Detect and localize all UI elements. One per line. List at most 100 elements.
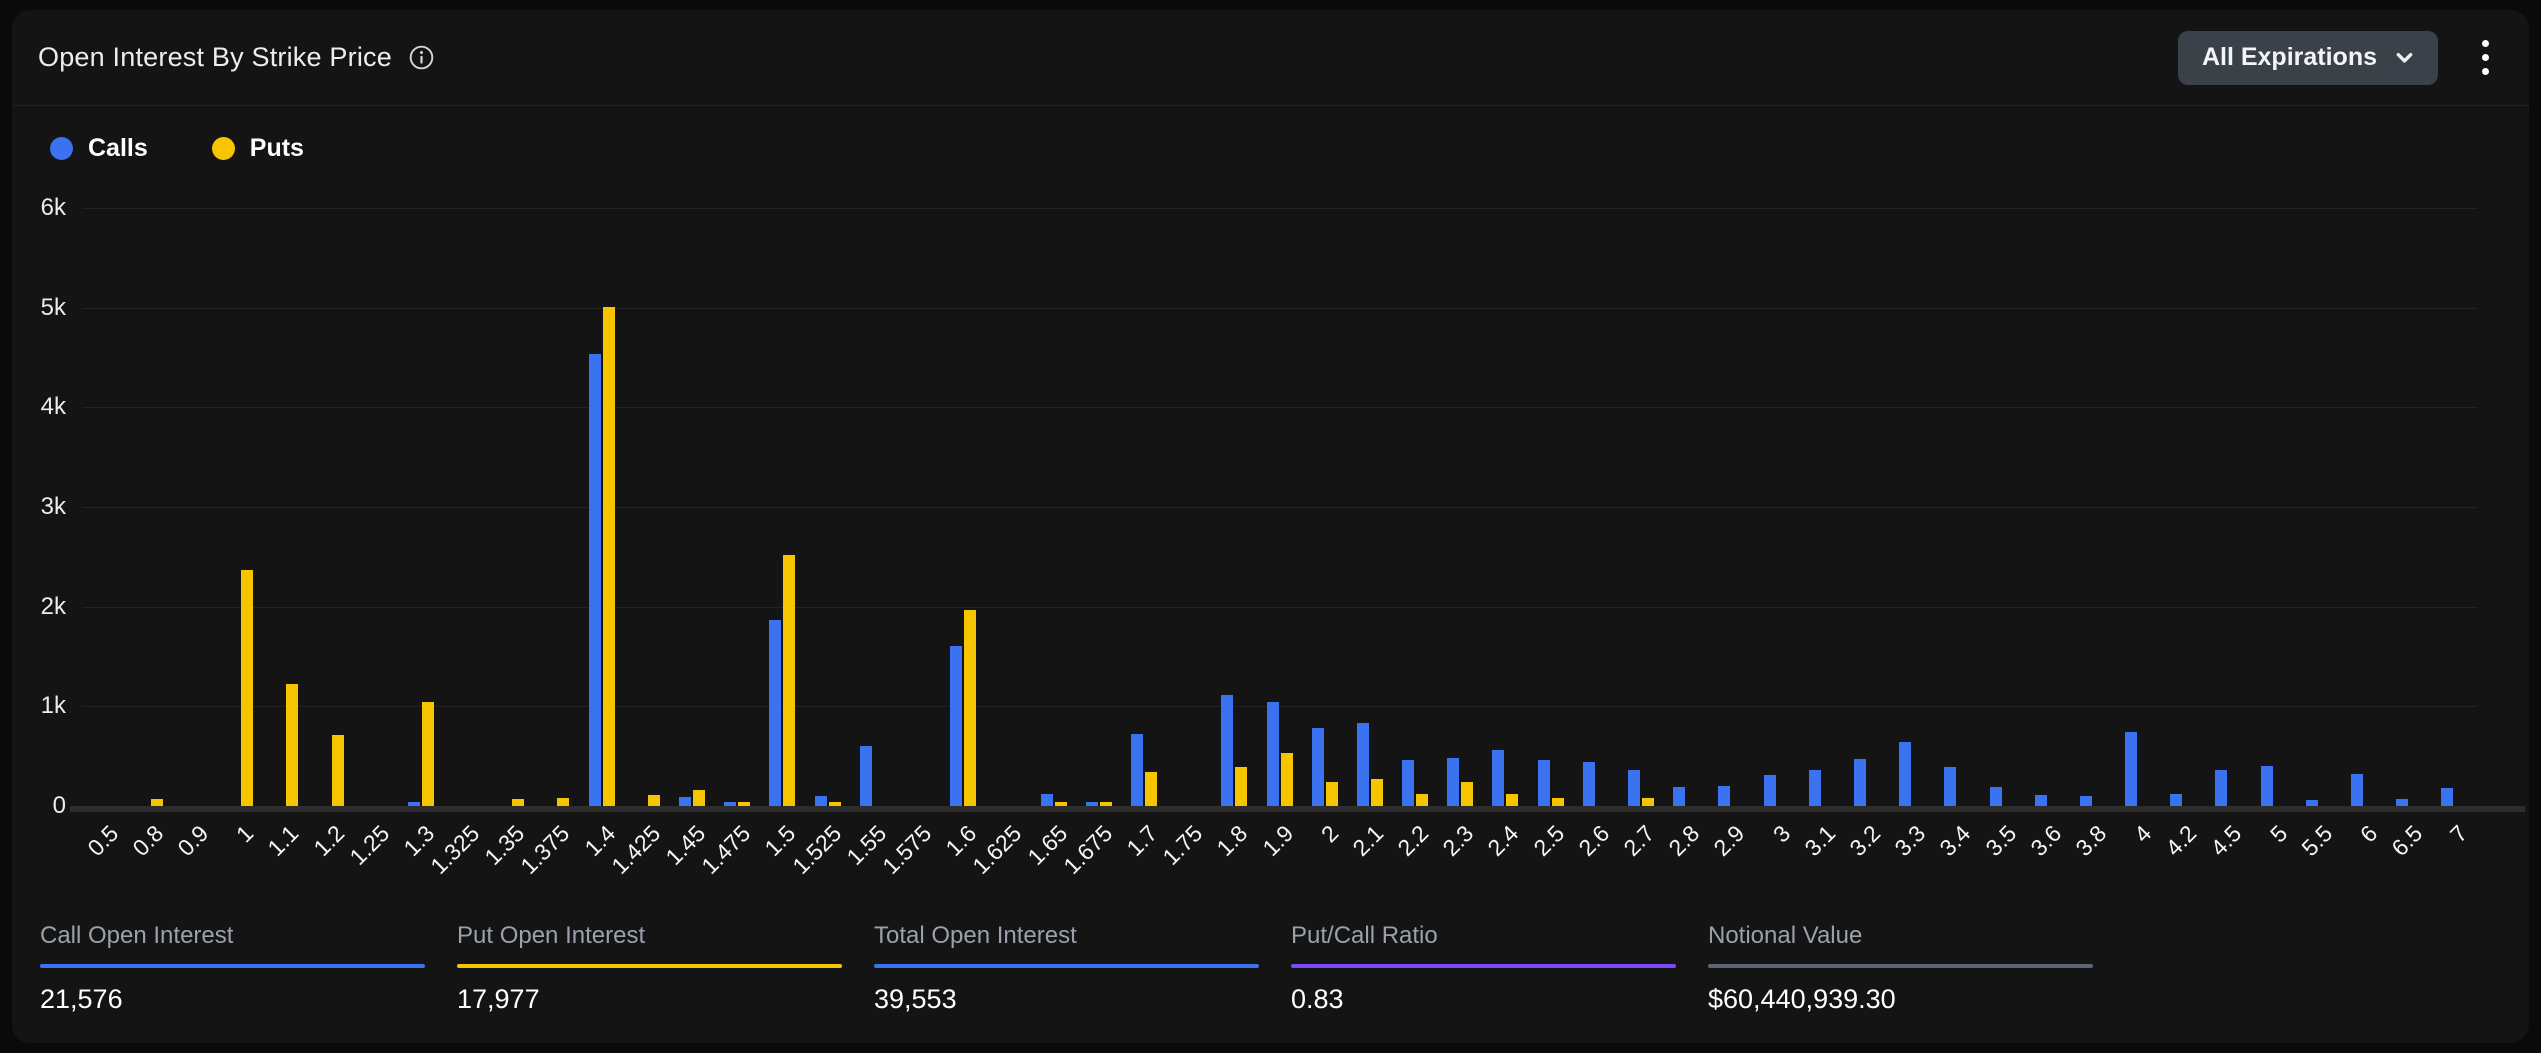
x-axis-tick: 3.1 — [1799, 820, 1841, 862]
calls-bar — [1131, 734, 1143, 806]
bar-group-strike-1.3 — [408, 702, 434, 806]
kebab-menu-icon[interactable] — [2478, 36, 2493, 79]
legend-item-calls[interactable]: Calls — [50, 134, 148, 163]
puts-bar — [151, 799, 163, 806]
calls-bar — [1492, 750, 1504, 806]
stat-value: 21,576 — [40, 984, 425, 1015]
stat-total-open-interest: Total Open Interest39,553 — [874, 922, 1259, 1015]
bar-group-strike-0.8 — [137, 799, 163, 806]
calls-bar — [1899, 742, 1911, 806]
bar-group-strike-1.65 — [1041, 794, 1067, 806]
calls-bar — [1718, 786, 1730, 806]
info-circle-icon[interactable] — [408, 44, 435, 71]
legend-item-puts[interactable]: Puts — [212, 134, 304, 163]
x-axis-tick: 3.3 — [1890, 820, 1932, 862]
calls-bar — [2306, 800, 2318, 806]
puts-bar — [241, 570, 253, 806]
bar-group-strike-5 — [2261, 766, 2287, 806]
puts-bar — [603, 307, 615, 806]
calls-bar — [2080, 796, 2092, 806]
x-axis-tick: 2.4 — [1483, 820, 1525, 862]
bar-group-strike-1.7 — [1131, 734, 1157, 806]
x-axis-tick: 1.9 — [1257, 820, 1299, 862]
x-axis-tick: 3 — [1768, 820, 1796, 848]
x-axis-tick: 1.7 — [1121, 820, 1163, 862]
x-axis-tick: 1.325 — [425, 820, 485, 880]
bar-group-strike-2.6 — [1583, 762, 1609, 806]
x-axis-tick: 7 — [2445, 820, 2473, 848]
calls-bar — [2215, 770, 2227, 806]
x-axis-tick: 1.1 — [263, 820, 305, 862]
x-axis-tick: 3.6 — [2025, 820, 2067, 862]
bar-group-strike-4.2 — [2170, 794, 2196, 806]
calls-bar — [1538, 760, 1550, 806]
calls-bar — [815, 796, 827, 806]
bar-group-strike-1.375 — [543, 798, 569, 806]
bar-group-strike-1.475 — [724, 802, 750, 806]
x-axis-tick: 2.5 — [1528, 820, 1570, 862]
stat-call-open-interest: Call Open Interest21,576 — [40, 922, 425, 1015]
stat-underline — [874, 964, 1259, 968]
x-axis-tick: 5.5 — [2296, 820, 2338, 862]
x-axis-tick: 4.5 — [2206, 820, 2248, 862]
puts-bar — [332, 735, 344, 806]
gridline — [82, 308, 2477, 309]
x-axis-tick: 0.8 — [127, 820, 169, 862]
x-axis-tick: 2.3 — [1438, 820, 1480, 862]
calls-bar — [1854, 759, 1866, 806]
x-axis-tick: 3.4 — [1935, 820, 1977, 862]
bar-group-strike-2.1 — [1357, 723, 1383, 806]
x-axis-tick: 1 — [231, 820, 259, 848]
stat-underline — [1291, 964, 1676, 968]
puts-bar — [1416, 794, 1428, 806]
calls-bar — [950, 646, 962, 806]
calls-bar — [1357, 723, 1369, 806]
legend-label: Calls — [88, 134, 148, 163]
calls-bar — [1221, 695, 1233, 806]
stat-underline — [457, 964, 842, 968]
bar-group-strike-2.8 — [1673, 787, 1699, 806]
calls-bar — [1673, 787, 1685, 806]
bar-group-strike-1.425 — [634, 795, 660, 806]
y-axis-tick: 1k — [41, 692, 66, 720]
gridline — [82, 607, 2477, 608]
calls-bar — [408, 802, 420, 806]
calls-bar — [1583, 762, 1595, 806]
bar-group-strike-4.5 — [2215, 770, 2241, 806]
x-axis-tick: 1.75 — [1157, 820, 1208, 871]
bar-group-strike-2.2 — [1402, 760, 1428, 806]
x-axis-tick: 1.475 — [697, 820, 757, 880]
bar-group-strike-1.45 — [679, 790, 705, 806]
legend-dot-icon — [212, 137, 235, 160]
x-axis-tick: 1.2 — [308, 820, 350, 862]
calls-bar — [1447, 758, 1459, 806]
puts-bar — [286, 684, 298, 806]
bar-group-strike-1.35 — [498, 799, 524, 806]
stats-row: Call Open Interest21,576Put Open Interes… — [40, 922, 2093, 1015]
x-axis-tick: 1.375 — [516, 820, 576, 880]
bar-group-strike-1.55 — [860, 746, 886, 806]
x-axis-tick: 2.8 — [1664, 820, 1706, 862]
x-axis-tick: 1.525 — [787, 820, 847, 880]
calls-bar — [2441, 788, 2453, 806]
calls-bar — [1944, 767, 1956, 806]
panel-header-actions: All Expirations — [2178, 31, 2493, 85]
calls-bar — [1764, 775, 1776, 806]
x-axis-tick: 2.1 — [1347, 820, 1389, 862]
bar-group-strike-1.1 — [272, 684, 298, 806]
calls-bar — [589, 354, 601, 806]
x-axis-tick: 1.8 — [1212, 820, 1254, 862]
puts-bar — [1281, 753, 1293, 806]
x-axis-tick: 3.5 — [1980, 820, 2022, 862]
x-axis-tick: 2.2 — [1392, 820, 1434, 862]
panel-title-group: Open Interest By Strike Price — [38, 42, 435, 73]
bar-group-strike-2.4 — [1492, 750, 1518, 806]
puts-bar — [512, 799, 524, 806]
legend-dot-icon — [50, 137, 73, 160]
calls-bar — [2351, 774, 2363, 806]
bar-group-strike-3 — [1764, 775, 1790, 806]
y-axis-tick: 5k — [41, 294, 66, 322]
y-axis-tick: 3k — [41, 493, 66, 521]
gridline — [82, 208, 2477, 209]
expirations-dropdown[interactable]: All Expirations — [2178, 31, 2438, 85]
